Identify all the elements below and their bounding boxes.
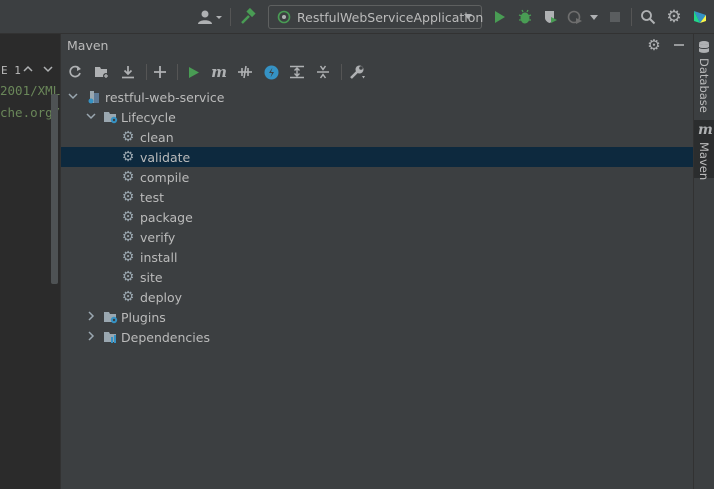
debug-icon[interactable]	[515, 7, 535, 27]
gear-icon: ⚙	[121, 129, 135, 145]
chevron-down-icon[interactable]	[65, 91, 81, 104]
toolbox-icon[interactable]	[690, 7, 710, 27]
chevron-down-icon[interactable]	[43, 64, 53, 77]
gear-icon: ⚙	[121, 209, 135, 225]
coverage-icon[interactable]	[540, 7, 560, 27]
maven-tab[interactable]: m Maven	[694, 120, 714, 181]
tree-row-goal[interactable]: ⚙ compile	[61, 167, 693, 187]
tree-row-goal[interactable]: ⚙ package	[61, 207, 693, 227]
tree-row-goal-selected[interactable]: ⚙ validate	[61, 147, 693, 167]
run-config-selector[interactable]: RestfulWebServiceApplication	[268, 5, 484, 29]
goal-label: install	[140, 249, 178, 265]
maven-tool-window: Maven ⚙ m restful-web-service Lifecycle …	[61, 34, 693, 489]
reload-icon[interactable]	[65, 62, 85, 82]
chevron-up-icon[interactable]	[23, 64, 33, 77]
gear-icon: ⚙	[121, 249, 135, 265]
goal-label: deploy	[140, 289, 183, 305]
tree-row-plugins[interactable]: Plugins	[61, 307, 693, 327]
run-icon[interactable]	[490, 7, 510, 27]
tree-row-goal[interactable]: ⚙ deploy	[61, 287, 693, 307]
goal-label: test	[140, 189, 165, 205]
gear-icon: ⚙	[121, 289, 135, 305]
top-toolbar: RestfulWebServiceApplication ⚙	[0, 0, 714, 34]
dependencies-label: Dependencies	[121, 329, 210, 345]
download-icon[interactable]	[118, 62, 138, 82]
profiler-icon[interactable]	[565, 7, 585, 27]
minimize-icon[interactable]	[669, 35, 689, 55]
maven-project-icon	[87, 90, 103, 104]
lifecycle-label: Lifecycle	[121, 109, 176, 125]
goal-label: site	[140, 269, 163, 285]
tree-row-goal[interactable]: ⚙ install	[61, 247, 693, 267]
goal-label: clean	[140, 129, 174, 145]
goal-label: verify	[140, 229, 176, 245]
add-sources-icon[interactable]	[92, 62, 112, 82]
skip-tests-icon[interactable]	[261, 62, 281, 82]
maven-title: Maven	[67, 38, 109, 53]
chevron-down-icon[interactable]	[83, 111, 99, 124]
show-dependencies-icon[interactable]	[287, 62, 307, 82]
database-tab[interactable]: Database	[694, 34, 714, 113]
editor-inspection-count: E 1	[1, 64, 53, 77]
chevron-down-icon	[463, 10, 473, 24]
editor-pane: E 1 2001/XML che.org/	[0, 34, 61, 489]
gear-icon: ⚙	[121, 169, 135, 185]
dependencies-folder-icon	[103, 330, 119, 344]
gear-icon: ⚙	[121, 229, 135, 245]
chevron-right-icon[interactable]	[83, 310, 99, 324]
run-maven-build-icon[interactable]	[184, 62, 204, 82]
editor-scrollbar[interactable]	[51, 94, 58, 284]
stop-icon[interactable]	[605, 7, 625, 27]
tree-row-goal[interactable]: ⚙ test	[61, 187, 693, 207]
search-icon[interactable]	[638, 7, 658, 27]
goal-label: package	[140, 209, 193, 225]
chevron-right-icon[interactable]	[83, 330, 99, 344]
tree-row-lifecycle[interactable]: Lifecycle	[61, 107, 693, 127]
goal-label: validate	[140, 149, 191, 165]
chevron-down-icon[interactable]	[588, 7, 600, 27]
goal-label: compile	[140, 169, 190, 185]
maven-tab-label: Maven	[697, 142, 711, 181]
right-tool-strip: Database m Maven	[693, 34, 714, 489]
gear-icon: ⚙	[121, 149, 135, 165]
tree-row-project[interactable]: restful-web-service	[61, 87, 693, 107]
tree-row-dependencies[interactable]: Dependencies	[61, 327, 693, 347]
gear-icon[interactable]: ⚙	[644, 35, 664, 55]
spring-boot-icon	[277, 10, 291, 24]
tree-row-goal[interactable]: ⚙ clean	[61, 127, 693, 147]
user-icon[interactable]	[196, 7, 224, 27]
execute-maven-goal-icon[interactable]: m	[209, 62, 229, 82]
plugins-folder-icon	[103, 310, 119, 324]
gear-icon: ⚙	[121, 189, 135, 205]
database-icon	[698, 40, 710, 57]
gear-icon: ⚙	[121, 269, 135, 285]
tree-row-goal[interactable]: ⚙ verify	[61, 227, 693, 247]
maven-settings-wrench-icon[interactable]	[347, 62, 367, 82]
gear-icon[interactable]: ⚙	[664, 7, 684, 27]
toggle-offline-icon[interactable]	[235, 62, 255, 82]
lifecycle-folder-icon	[103, 110, 119, 124]
run-config-label: RestfulWebServiceApplication	[297, 9, 484, 25]
maven-tab-icon: m	[698, 122, 713, 138]
build-hammer-icon[interactable]	[238, 7, 258, 27]
add-project-icon[interactable]	[150, 62, 170, 82]
project-name: restful-web-service	[105, 89, 225, 105]
database-tab-label: Database	[697, 58, 711, 113]
tree-row-goal[interactable]: ⚙ site	[61, 267, 693, 287]
plugins-label: Plugins	[121, 309, 166, 325]
collapse-all-icon[interactable]	[313, 62, 333, 82]
